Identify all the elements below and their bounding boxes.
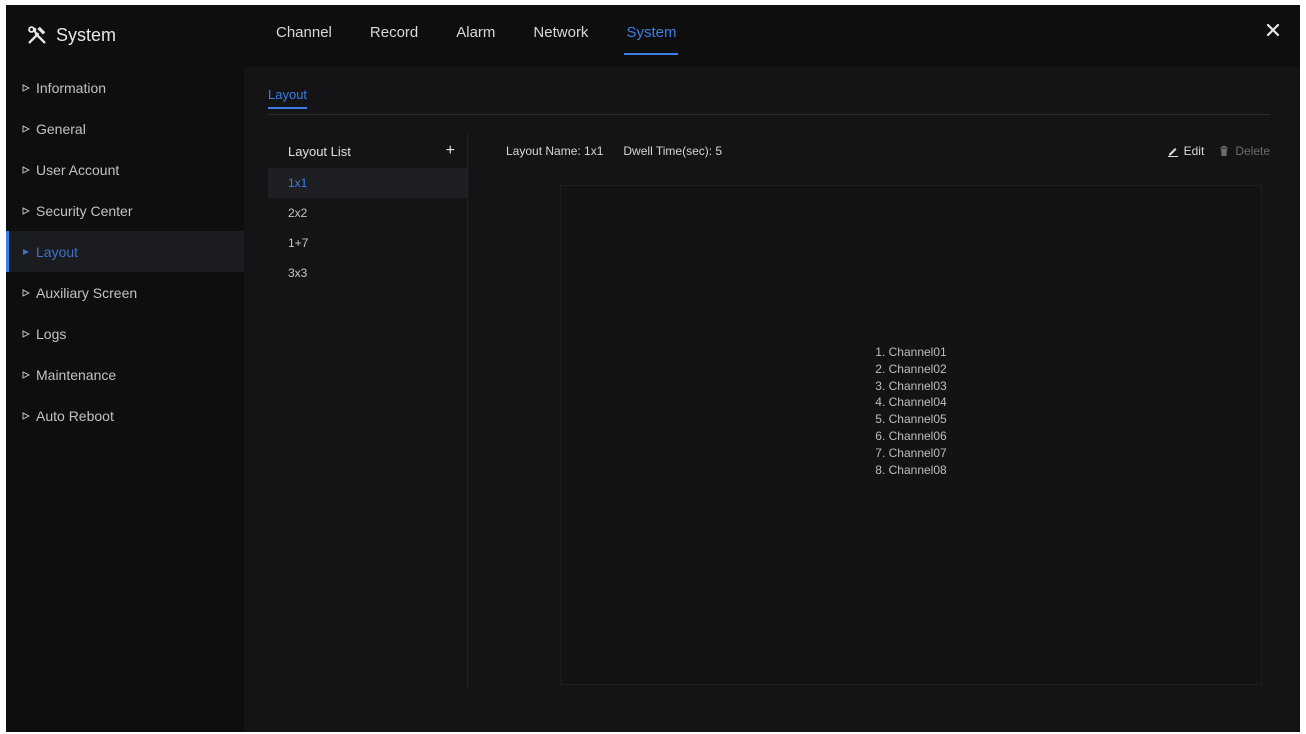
caret-right-icon — [22, 329, 30, 338]
caret-right-icon — [22, 411, 30, 420]
sub-tab-divider — [268, 114, 1270, 115]
edit-label: Edit — [1183, 144, 1205, 158]
tab-channel[interactable]: Channel — [276, 19, 332, 59]
app-title-text: System — [56, 24, 117, 45]
sidebar-item-label: Layout — [36, 243, 79, 260]
channel-item: 4. Channel04 — [875, 395, 947, 410]
sidebar-item-label: Security Center — [36, 202, 133, 219]
sidebar-item-label: User Account — [36, 161, 120, 178]
sidebar-item-label: Auxiliary Screen — [36, 284, 138, 301]
pencil-icon — [1167, 148, 1178, 157]
content-panel: Layout Layout List + 1x1 2x2 1+7 3x3 Lay… — [244, 67, 1300, 732]
layout-item-2x2[interactable]: 2x2 — [268, 198, 467, 228]
tab-network[interactable]: Network — [533, 19, 588, 59]
caret-right-icon — [22, 370, 30, 379]
layout-list-title: Layout List — [288, 143, 351, 159]
tab-alarm[interactable]: Alarm — [456, 19, 495, 59]
channel-item: 7. Channel07 — [875, 445, 947, 460]
channel-item: 5. Channel05 — [875, 412, 947, 427]
close-icon — [1266, 23, 1280, 37]
tab-system[interactable]: System — [624, 19, 679, 59]
channel-item: 2. Channel02 — [875, 361, 947, 376]
close-button[interactable] — [1260, 17, 1286, 43]
channel-list: 1. Channel01 2. Channel02 3. Channel03 4… — [561, 344, 1261, 478]
edit-button[interactable]: Edit — [1167, 144, 1205, 158]
sidebar-item-label: Information — [36, 79, 107, 96]
top-nav: Channel Record Alarm Network System — [276, 19, 714, 59]
app-title: System — [26, 21, 116, 49]
layout-preview: 1. Channel01 2. Channel02 3. Channel03 4… — [560, 185, 1262, 685]
caret-right-icon — [22, 124, 30, 133]
dwell-time-label: Dwell Time(sec): 5 — [623, 144, 723, 158]
delete-button[interactable]: Delete — [1218, 144, 1270, 158]
caret-right-icon — [22, 165, 30, 174]
sidebar-item-security-center[interactable]: Security Center — [6, 190, 244, 231]
channel-item: 8. Channel08 — [875, 462, 947, 477]
sidebar-item-information[interactable]: Information — [6, 67, 244, 108]
system-window: System Channel Record Alarm Network Syst… — [6, 5, 1300, 732]
tab-record[interactable]: Record — [370, 19, 418, 59]
sidebar-item-maintenance[interactable]: Maintenance — [6, 354, 244, 395]
layout-item-1x1[interactable]: 1x1 — [268, 168, 467, 198]
plus-icon[interactable]: + — [446, 142, 455, 160]
channel-item: 6. Channel06 — [875, 428, 947, 443]
layout-item-3x3[interactable]: 3x3 — [268, 258, 467, 288]
sidebar-item-label: Auto Reboot — [36, 407, 114, 424]
caret-right-icon — [22, 206, 30, 215]
channel-item: 1. Channel01 — [875, 345, 947, 359]
sub-tab-layout[interactable]: Layout — [268, 87, 308, 109]
layout-item-1-plus-7[interactable]: 1+7 — [268, 228, 467, 258]
channel-item: 3. Channel03 — [875, 378, 947, 393]
sidebar-item-logs[interactable]: Logs — [6, 313, 244, 354]
delete-label: Delete — [1235, 144, 1270, 158]
sidebar-item-general[interactable]: General — [6, 108, 244, 149]
tools-icon — [28, 26, 46, 44]
sidebar-item-label: Maintenance — [36, 366, 117, 383]
caret-right-icon — [23, 248, 29, 255]
layout-list-header: Layout List + — [268, 134, 467, 168]
sidebar-item-user-account[interactable]: User Account — [6, 149, 244, 190]
layout-name-label: Layout Name: 1x1 — [506, 144, 604, 158]
sidebar: Information General User Account Securit… — [6, 67, 244, 467]
layout-list-panel: Layout List + 1x1 2x2 1+7 3x3 — [268, 134, 468, 689]
trash-icon — [1220, 146, 1229, 156]
layout-detail-header: Layout Name: 1x1 Dwell Time(sec): 5 Edit… — [506, 134, 1270, 168]
sidebar-item-layout[interactable]: Layout — [6, 231, 244, 272]
sidebar-item-auxiliary-screen[interactable]: Auxiliary Screen — [6, 272, 244, 313]
sidebar-item-label: Logs — [36, 325, 67, 342]
sidebar-item-label: General — [36, 120, 86, 137]
sidebar-item-auto-reboot[interactable]: Auto Reboot — [6, 395, 244, 436]
caret-right-icon — [22, 288, 30, 297]
caret-right-icon — [22, 83, 30, 92]
